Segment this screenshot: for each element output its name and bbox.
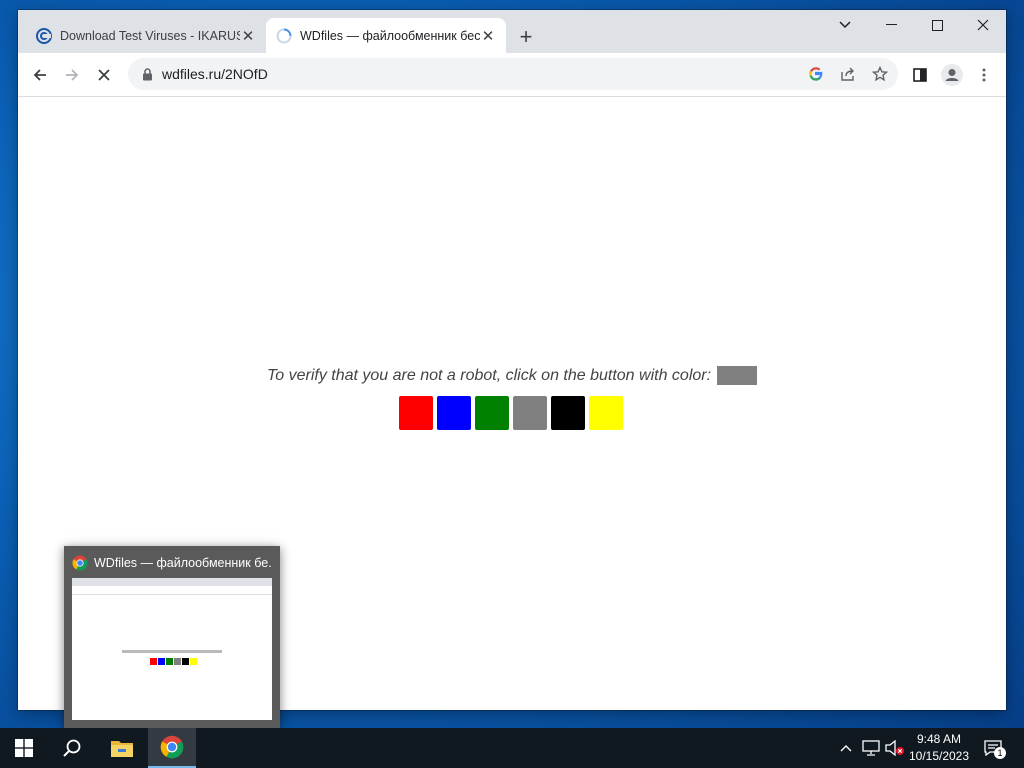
loading-spinner-icon xyxy=(276,28,292,44)
maximize-button[interactable] xyxy=(914,10,960,40)
mini-toolbar xyxy=(72,586,272,595)
color-button-green[interactable] xyxy=(475,396,509,430)
search-icon[interactable] xyxy=(48,728,96,768)
color-choice-buttons xyxy=(399,396,623,430)
preview-thumbnail xyxy=(72,578,272,720)
tab-title: WDfiles — файлообменник бесплатный xyxy=(300,28,480,43)
url-text[interactable]: wdfiles.ru/2NOfD xyxy=(162,66,268,82)
new-tab-button[interactable]: + xyxy=(514,24,538,49)
stop-loading-button[interactable] xyxy=(90,61,118,89)
network-icon[interactable] xyxy=(860,728,882,768)
clock-date: 10/15/2023 xyxy=(908,749,970,763)
notification-count-badge: 1 xyxy=(994,747,1006,759)
address-bar[interactable]: wdfiles.ru/2NOfD xyxy=(128,58,898,90)
color-button-black[interactable] xyxy=(551,396,585,430)
tab-strip: Download Test Viruses - IKARUS ✕ WDfiles… xyxy=(18,10,1006,53)
preview-title: WDfiles — файлообменник бе... xyxy=(94,556,272,570)
tab-ikarus[interactable]: Download Test Viruses - IKARUS ✕ xyxy=(26,18,266,53)
chrome-icon xyxy=(72,555,88,571)
color-button-red[interactable] xyxy=(399,396,433,430)
back-button[interactable] xyxy=(26,61,54,89)
browser-toolbar: wdfiles.ru/2NOfD xyxy=(18,53,1006,97)
close-tab-icon[interactable]: ✕ xyxy=(240,28,256,45)
tab-title: Download Test Viruses - IKARUS xyxy=(60,28,240,43)
menu-kebab-icon[interactable] xyxy=(970,61,998,89)
tab-wdfiles[interactable]: WDfiles — файлообменник бесплатный ✕ xyxy=(266,18,506,53)
mini-prompt xyxy=(122,650,222,653)
minimize-button[interactable] xyxy=(868,10,914,40)
taskbar: 9:48 AM 10/15/2023 1 xyxy=(0,728,1024,768)
clock-time: 9:48 AM xyxy=(916,732,962,746)
mini-color-blue xyxy=(158,658,165,665)
action-center-icon: 1 xyxy=(984,740,1006,759)
close-window-button[interactable] xyxy=(960,10,1006,40)
tab-search-icon[interactable] xyxy=(822,10,868,40)
preview-header: WDfiles — файлообменник бе... xyxy=(72,554,272,572)
notifications-button[interactable]: 1 xyxy=(980,728,1006,768)
system-clock[interactable]: 9:48 AM 10/15/2023 xyxy=(904,731,974,765)
volume-muted-icon[interactable] xyxy=(884,728,906,768)
mini-color-black xyxy=(182,658,189,665)
start-button[interactable] xyxy=(0,728,48,768)
captcha-prompt-text: To verify that you are not a robot, clic… xyxy=(266,366,712,384)
mini-color-row xyxy=(150,658,197,665)
color-button-blue[interactable] xyxy=(437,396,471,430)
profile-avatar-icon[interactable] xyxy=(938,61,966,89)
mini-color-gray xyxy=(174,658,181,665)
close-tab-icon[interactable]: ✕ xyxy=(480,28,496,45)
mini-color-green xyxy=(166,658,173,665)
captcha-prompt-row: To verify that you are not a robot, clic… xyxy=(18,366,1006,385)
target-color-swatch xyxy=(717,366,758,385)
ikarus-favicon-icon xyxy=(36,27,52,44)
color-button-yellow[interactable] xyxy=(589,396,623,430)
mini-color-red xyxy=(150,658,157,665)
color-button-gray[interactable] xyxy=(513,396,547,430)
show-hidden-icons-chevron-icon[interactable] xyxy=(836,728,856,768)
google-icon[interactable] xyxy=(806,64,826,84)
file-explorer-icon[interactable] xyxy=(98,728,146,768)
forward-button[interactable] xyxy=(58,61,86,89)
lock-icon[interactable] xyxy=(140,67,154,81)
taskbar-thumbnail-preview[interactable]: WDfiles — файлообменник бе... xyxy=(64,546,280,728)
mini-color-yellow xyxy=(190,658,197,665)
bookmark-star-icon[interactable] xyxy=(870,64,890,84)
mini-tabbar xyxy=(72,578,272,586)
chrome-taskbar-button[interactable] xyxy=(148,728,196,768)
side-panel-icon[interactable] xyxy=(906,61,934,89)
share-icon[interactable] xyxy=(838,64,858,84)
